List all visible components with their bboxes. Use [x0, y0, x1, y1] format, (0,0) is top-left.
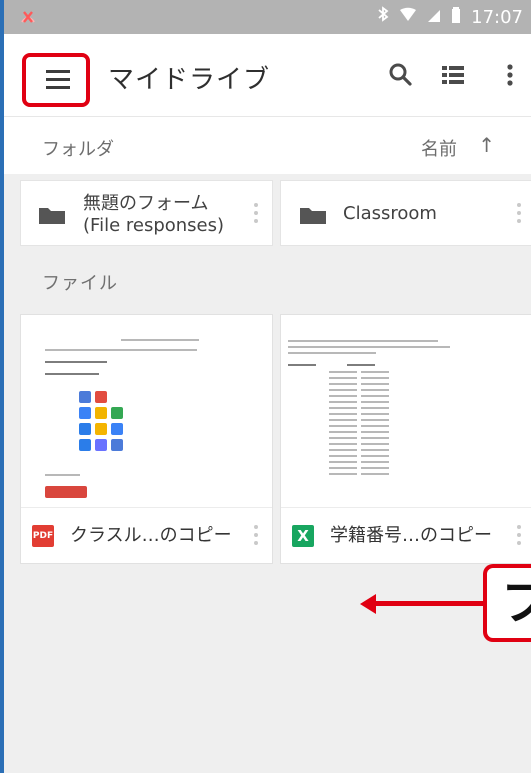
search-button[interactable] [384, 58, 418, 92]
bluetooth-icon [377, 5, 389, 29]
device-screen: 17:07 マイドライブ フォルダ 名前 ↑ 無題のフォーム (File res… [0, 0, 531, 773]
sort-arrow-icon[interactable]: ↑ [478, 133, 495, 157]
folder-name: Classroom [343, 203, 437, 224]
list-view-button[interactable] [436, 58, 470, 92]
folders-header: フォルダ 名前 ↑ [4, 116, 531, 174]
page-title: マイドライブ [108, 65, 271, 95]
spreadsheet-thumbnail [281, 315, 531, 508]
battery-icon [451, 6, 461, 29]
signal-off-icon [18, 7, 38, 27]
status-bar: 17:07 [4, 0, 531, 34]
folder-more-button[interactable] [247, 199, 265, 229]
file-name: 学籍番号…のコピー [330, 525, 492, 546]
folders-label: フォルダ [42, 139, 114, 160]
signal-off-icon-svg [21, 11, 35, 23]
files-label: ファイル [42, 273, 118, 294]
file-footer: X 学籍番号…のコピー [281, 508, 531, 563]
app-bar: マイドライブ [4, 34, 531, 116]
cellular-icon [427, 7, 441, 28]
spreadsheet-file-icon: X [292, 525, 314, 547]
menu-button[interactable] [22, 53, 90, 107]
folder-name-line1: 無題のフォーム [83, 193, 209, 214]
annotation-arrow-head [360, 594, 376, 614]
file-footer: PDF クラスル…のコピー [21, 508, 272, 563]
folder-card[interactable]: 無題のフォーム (File responses) [20, 180, 273, 246]
more-vert-icon [507, 64, 513, 86]
folder-more-button[interactable] [510, 199, 528, 229]
sort-label[interactable]: 名前 [421, 135, 457, 161]
pdf-file-icon: PDF [32, 525, 54, 547]
folder-name-line2: (File responses) [83, 215, 225, 236]
more-options-button[interactable] [498, 58, 531, 92]
status-icons: 17:07 [377, 5, 523, 29]
search-icon [389, 63, 412, 86]
file-more-button[interactable] [247, 521, 265, 551]
file-card[interactable]: X 学籍番号…のコピー [280, 314, 531, 564]
file-card[interactable]: PDF クラスル…のコピー [20, 314, 273, 564]
folder-card[interactable]: Classroom [280, 180, 531, 246]
list-view-icon [442, 66, 464, 84]
folder-icon [299, 205, 327, 225]
file-name: クラスル…のコピー [70, 525, 232, 546]
annotation-callout: フ [483, 564, 531, 642]
file-more-button[interactable] [510, 521, 528, 551]
annotation-callout-text: フ [501, 573, 531, 633]
status-time: 17:07 [471, 6, 523, 28]
document-thumbnail [21, 315, 272, 508]
annotation-arrow-line [370, 601, 483, 606]
folder-icon [38, 205, 66, 225]
wifi-icon [399, 7, 417, 28]
